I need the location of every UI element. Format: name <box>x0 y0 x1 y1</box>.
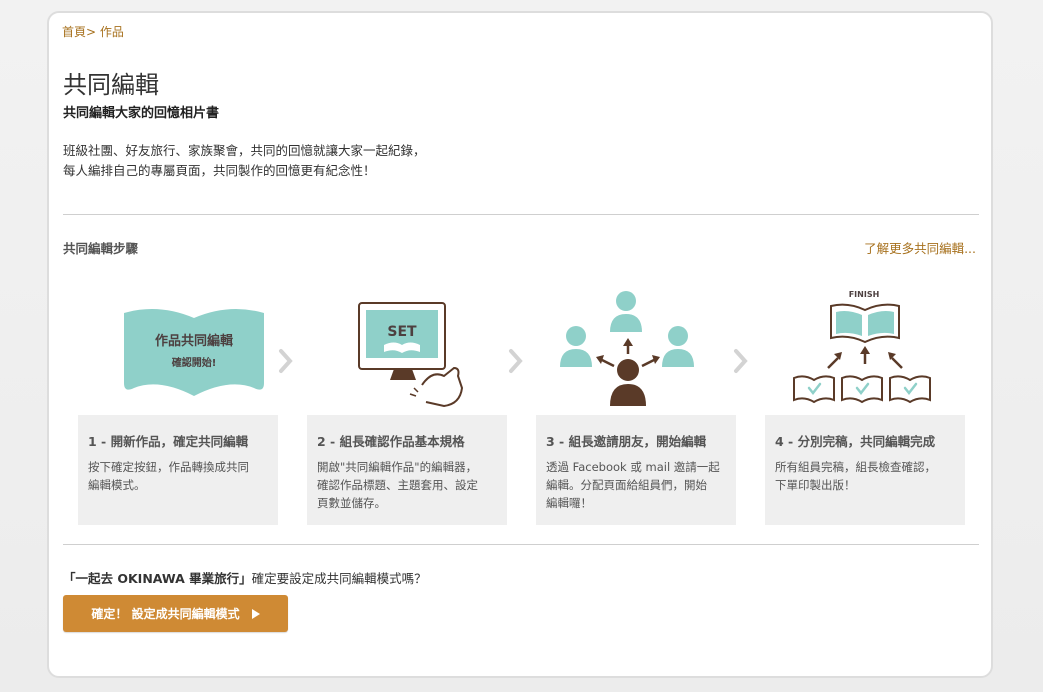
invite-friends-illustration <box>560 291 694 406</box>
step-card-2: 2 - 組長確認作品基本規格 開啟"共同編輯作品"的編輯器， 確認作品標題、主題… <box>307 415 507 525</box>
step-4-title: 4 - 分別完稿，共同編輯完成 <box>775 434 936 449</box>
chevron-right-icon <box>279 349 293 373</box>
breadcrumb-current-link[interactable]: 作品 <box>100 25 124 39</box>
project-name: 「一起去 OKINAWA 畢業旅行」 <box>63 571 252 586</box>
monitor-illustration: SET <box>358 302 464 408</box>
main-card: 首頁> 作品 共同編輯 共同編輯大家的回憶相片書 班級社團、好友旅行、家族聚會，… <box>47 11 993 678</box>
book-banner-line-2: 確認開始! <box>172 356 217 369</box>
monitor-screen-label: SET <box>387 324 417 340</box>
step-3-desc-line: 編輯囉！ <box>546 496 592 510</box>
step-3-description: 透過 Facebook 或 mail 邀請一起 編輯。分配頁面給組員們，開始 編… <box>546 458 726 512</box>
breadcrumb: 首頁> 作品 <box>62 23 124 40</box>
play-arrow-icon <box>251 608 260 619</box>
chevron-right-icon <box>734 349 748 373</box>
confirm-question-text: 確定要設定成共同編輯模式嗎？ <box>251 571 427 586</box>
step-1-title: 1 - 開新作品，確定共同編輯 <box>88 434 249 449</box>
divider-bottom <box>63 544 979 545</box>
divider-top <box>63 214 979 215</box>
step-4-desc-line: 下單印製出版！ <box>775 478 856 492</box>
steps-section-title: 共同編輯步驟 <box>63 241 139 256</box>
step-3-title: 3 - 組長邀請朋友，開始編輯 <box>546 434 707 449</box>
breadcrumb-home-link[interactable]: 首頁 <box>62 25 86 39</box>
page-subtitle: 共同編輯大家的回憶相片書 <box>63 106 220 121</box>
page-title: 共同編輯 <box>63 71 159 99</box>
step-3-desc-line: 編輯。分配頁面給組員們，開始 <box>546 478 707 492</box>
step-2-description: 開啟"共同編輯作品"的編輯器， 確認作品標題、主題套用、設定 頁數並儲存。 <box>317 458 497 512</box>
description-line-2: 每人編排自己的專屬頁面，共同製作的回憶更有紀念性！ <box>63 163 376 178</box>
step-2-desc-line: 開啟"共同編輯作品"的編輯器， <box>317 460 478 474</box>
finish-label: FINISH <box>849 290 880 299</box>
step-4-desc-line: 所有組員完稿，組長檢查確認， <box>775 460 936 474</box>
confirm-button-label: 確定！ 設定成共同編輯模式 <box>91 607 240 621</box>
book-banner-line-1: 作品共同編輯 <box>155 333 233 349</box>
step-3-desc-line: 透過 Facebook 或 mail 邀請一起 <box>546 460 720 474</box>
confirm-co-edit-button[interactable]: 確定！ 設定成共同編輯模式 <box>63 595 288 632</box>
step-4-description: 所有組員完稿，組長檢查確認， 下單印製出版！ <box>775 458 955 494</box>
step-card-3: 3 - 組長邀請朋友，開始編輯 透過 Facebook 或 mail 邀請一起 … <box>536 415 736 525</box>
chevron-right-icon <box>509 349 523 373</box>
page-description: 班級社團、好友旅行、家族聚會，共同的回憶就讓大家一起紀錄， 每人編排自己的專屬頁… <box>63 141 426 181</box>
finish-books-illustration: FINISH <box>793 290 931 404</box>
step-card-4: 4 - 分別完稿，共同編輯完成 所有組員完稿，組長檢查確認， 下單印製出版！ <box>765 415 965 525</box>
step-2-desc-line: 確認作品標題、主題套用、設定 <box>317 478 478 492</box>
breadcrumb-separator: > <box>86 25 97 39</box>
step-2-desc-line: 頁數並儲存。 <box>317 496 386 510</box>
step-1-description: 按下確定按鈕，作品轉換成共同 編輯模式。 <box>88 458 268 494</box>
learn-more-link[interactable]: 了解更多共同編輯... <box>864 238 976 257</box>
step-card-1: 1 - 開新作品，確定共同編輯 按下確定按鈕，作品轉換成共同 編輯模式。 <box>78 415 278 525</box>
open-book-banner-illustration: 作品共同編輯 確認開始! <box>124 309 264 396</box>
step-1-desc-line: 按下確定按鈕，作品轉換成共同 <box>88 460 249 474</box>
step-2-title: 2 - 組長確認作品基本規格 <box>317 434 465 449</box>
confirm-question: 「一起去 OKINAWA 畢業旅行」確定要設定成共同編輯模式嗎？ <box>63 568 427 587</box>
step-1-desc-line: 編輯模式。 <box>88 478 146 492</box>
description-line-1: 班級社團、好友旅行、家族聚會，共同的回憶就讓大家一起紀錄， <box>63 143 426 158</box>
